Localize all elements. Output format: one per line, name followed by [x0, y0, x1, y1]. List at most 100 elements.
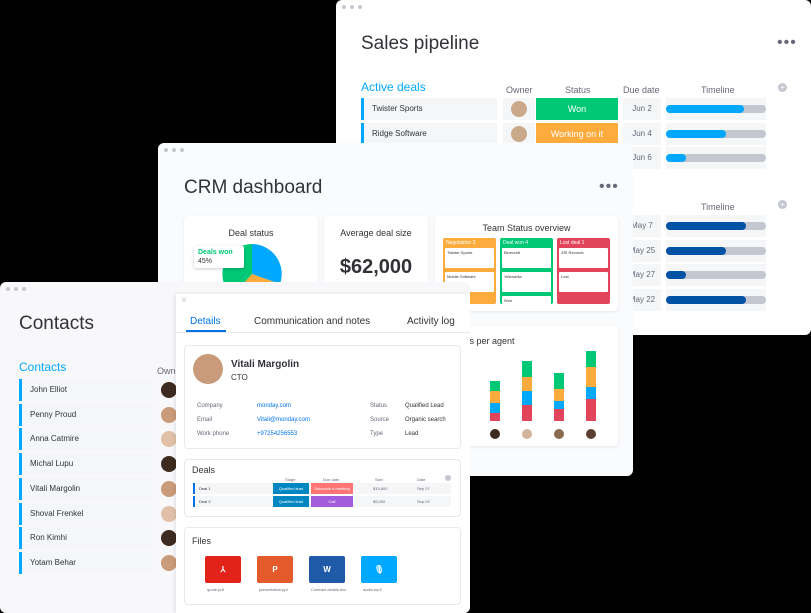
average-deal-size-value: $62,000	[339, 256, 413, 278]
deal-date[interactable]: Sep 02	[417, 499, 430, 504]
add-column-icon[interactable]: +	[778, 83, 787, 92]
tab-details[interactable]: Details	[190, 316, 221, 327]
column-header-owner[interactable]: Owner	[506, 85, 533, 95]
deal-row[interactable]: Deal 2 Qualified lead Call $5,000 Sep 02	[193, 496, 451, 507]
timeline-cell[interactable]	[666, 239, 766, 262]
contact-row[interactable]: Anna Catmire	[19, 428, 152, 451]
group-title-contacts[interactable]: Contacts	[19, 360, 66, 374]
contact-row[interactable]: Shoval Frenkel	[19, 502, 152, 525]
avatar	[161, 456, 177, 473]
widget-title: Deal status	[228, 228, 274, 238]
contact-row[interactable]: Yotam Behar	[19, 551, 152, 574]
deal-date[interactable]: Sep 07	[417, 486, 430, 491]
kanban-column-header: Deal won 4	[503, 240, 529, 246]
agent-avatar	[586, 429, 596, 439]
kanban-column-header: Negotiation 3	[446, 240, 476, 246]
avatar	[161, 382, 177, 398]
deal-stage-badge[interactable]: Qualified lead	[273, 483, 309, 494]
kanban-column[interactable]: Deal won 4 Bluecraft Yellowelia Won	[500, 238, 553, 304]
field-value-link[interactable]: +97254256553	[257, 431, 297, 437]
deal-row[interactable]: Deal 1 Qualified lead Schedule a meeting $1…	[193, 483, 451, 494]
due-date[interactable]: Jun 4	[623, 122, 661, 145]
pipeline-row[interactable]: Ridge Software Working on it Jun 4	[361, 122, 766, 145]
deal-size[interactable]: $5,000	[373, 499, 385, 504]
powerpoint-icon[interactable]: P	[257, 556, 293, 583]
deal-name[interactable]: Deal 1	[199, 486, 211, 491]
deal-size[interactable]: $15,800	[373, 486, 387, 491]
close-icon[interactable]: ×	[181, 295, 187, 306]
contact-row[interactable]: John Elliot	[19, 379, 152, 401]
contact-row[interactable]: Ron Kimhi	[19, 527, 152, 550]
contact-row[interactable]: Penny Proud	[19, 403, 152, 426]
more-options-icon[interactable]: •••	[599, 179, 619, 195]
deal-name[interactable]: Ridge Software	[361, 122, 497, 145]
window-titlebar	[336, 0, 811, 14]
timeline-fill	[666, 129, 726, 138]
timeline-cell[interactable]	[666, 215, 766, 237]
deal-status-widget[interactable]: Deal status Deals won 45%	[184, 216, 318, 289]
field-label: Status	[370, 403, 388, 409]
deal-name[interactable]: Twister Sports	[361, 98, 497, 120]
agent-avatar	[554, 429, 564, 439]
deal-due-badge[interactable]: Call	[311, 496, 353, 507]
file-name: quote.pdf	[207, 587, 224, 592]
contact-row[interactable]: Vitali Margolin	[19, 477, 152, 500]
owner-cell[interactable]	[503, 122, 535, 145]
status-badge[interactable]: Won	[536, 98, 618, 120]
file-name: presentation.ppt	[259, 587, 288, 592]
tab-activity-log[interactable]: Activity log	[407, 316, 455, 327]
kanban-card[interactable]: ZIR Records	[559, 248, 608, 268]
bar-agent-4	[586, 351, 596, 421]
contact-role: CTO	[231, 373, 248, 382]
deal-name[interactable]: Deal 2	[199, 499, 211, 504]
kanban-column[interactable]: Lost deal 1 ZIR Records Lost	[557, 238, 610, 304]
kanban-card[interactable]: Bluecraft	[502, 248, 551, 268]
kanban-card[interactable]: Won	[502, 296, 551, 304]
field-value-link[interactable]: Vitali@monday.com	[257, 417, 310, 423]
deal-due-badge[interactable]: Schedule a meeting	[311, 483, 353, 494]
add-column-icon[interactable]: +	[778, 200, 787, 209]
column-header-timeline[interactable]: Timeline	[701, 85, 735, 95]
more-options-icon[interactable]: •••	[777, 35, 797, 51]
bar-agent-1	[490, 381, 500, 421]
avatar	[161, 554, 177, 571]
avatar	[193, 354, 223, 384]
pipeline-row[interactable]: Twister Sports Won Jun 2	[361, 98, 766, 120]
group-title-active-deals[interactable]: Active deals	[361, 80, 426, 94]
add-column-icon[interactable]	[445, 475, 451, 481]
field-label: Company	[197, 403, 223, 409]
field-value[interactable]: Organic search	[405, 417, 446, 423]
deals-won-tooltip: Deals won 45%	[194, 246, 244, 268]
timeline-fill	[666, 105, 744, 113]
avatar	[161, 530, 177, 547]
timeline-cell[interactable]	[666, 122, 766, 145]
tab-divider	[176, 332, 470, 333]
field-value[interactable]: Qualified Lead	[405, 403, 444, 409]
kanban-card[interactable]: Lost	[559, 272, 608, 292]
column-header-status[interactable]: Status	[565, 85, 591, 95]
word-icon[interactable]: W	[309, 556, 345, 583]
kanban-card[interactable]: Yellowelia	[502, 272, 551, 292]
average-deal-size-widget[interactable]: Average deal size $62,000	[324, 216, 428, 286]
status-badge[interactable]: Working on it	[536, 122, 618, 145]
due-date[interactable]: Jun 2	[623, 98, 661, 120]
column-header-timeline-2[interactable]: Timeline	[701, 202, 735, 212]
owner-cell[interactable]	[503, 98, 535, 120]
timeline-cell[interactable]	[666, 264, 766, 286]
field-label: Type	[370, 431, 384, 437]
timeline-cell[interactable]	[666, 147, 766, 169]
field-value[interactable]: Lead	[405, 431, 418, 437]
field-value-link[interactable]: monday.com	[257, 403, 291, 409]
pdf-icon[interactable]: ⅄	[205, 556, 241, 583]
column-header-due-date[interactable]: Due date	[623, 85, 660, 95]
tab-communication-and-notes[interactable]: Communication and notes	[254, 316, 370, 327]
contact-row[interactable]: Michal Lupu	[19, 453, 152, 476]
deal-stage-badge[interactable]: Qualified lead	[273, 496, 309, 507]
timeline-cell[interactable]	[666, 288, 766, 311]
kanban-card[interactable]: Twister Sports	[445, 248, 494, 268]
microphone-icon[interactable]: 🎙	[361, 556, 397, 583]
page-title: Sales pipeline	[361, 33, 480, 54]
avatar	[161, 431, 177, 448]
contact-info-card: Vitali Margolin CTO Company monday.com Ema…	[184, 345, 461, 449]
timeline-cell[interactable]	[666, 98, 766, 120]
